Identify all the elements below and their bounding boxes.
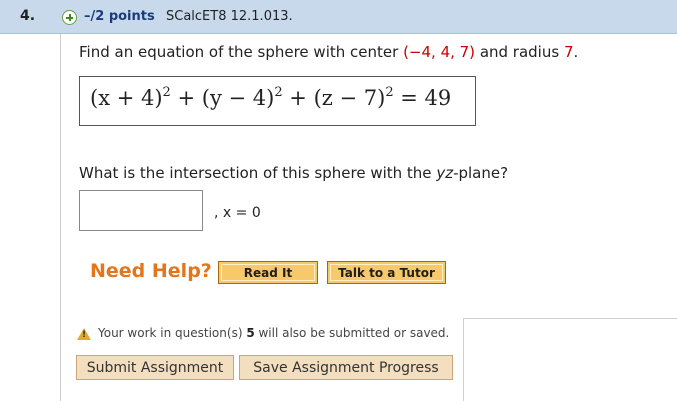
answer-term-2: + (y − 4) [170, 86, 275, 110]
answer-equation: (x + 4)2 + (y − 4)2 + (z − 7)2 = 49 [90, 86, 451, 110]
question-2-pre: What is the intersection of this sphere … [79, 164, 437, 182]
exponent-3: 2 [385, 85, 394, 100]
expand-plus-icon[interactable] [62, 10, 77, 25]
answer-term-3: + (z − 7) [282, 86, 386, 110]
left-divider [60, 34, 61, 401]
exponent-1: 2 [162, 85, 171, 100]
question-2-post: -plane? [453, 164, 509, 182]
intersection-answer-input[interactable] [79, 190, 203, 231]
answer-term-4: = 49 [393, 86, 452, 110]
question-text-pre: Find an equation of the sphere with cent… [79, 43, 404, 61]
read-it-label: Read It [221, 264, 315, 281]
plane-condition: , x = 0 [214, 205, 261, 221]
question-2-text: What is the intersection of this sphere … [79, 164, 508, 182]
talk-to-tutor-label: Talk to a Tutor [330, 264, 443, 281]
answer-box: (x + 4)2 + (y − 4)2 + (z − 7)2 = 49 [79, 76, 476, 126]
points-label: –/2 points [84, 9, 155, 24]
warning-pre: Your work in question(s) [98, 326, 247, 340]
sphere-center: (−4, 4, 7) [403, 43, 476, 61]
talk-to-tutor-button[interactable]: Talk to a Tutor [327, 261, 446, 284]
panel-right-border [463, 318, 464, 401]
question-number: 4. [20, 8, 36, 24]
submit-assignment-button[interactable]: Submit Assignment [76, 355, 234, 380]
warning-question-number: 5 [246, 326, 255, 340]
answer-term-1: (x + 4) [90, 86, 163, 110]
need-help-label: Need Help? [90, 260, 212, 282]
read-it-button[interactable]: Read It [218, 261, 318, 284]
question-id: SCalcET8 12.1.013. [166, 9, 293, 24]
warning-text: Your work in question(s) 5 will also be … [98, 326, 449, 340]
panel-top-border [463, 318, 677, 319]
exponent-2: 2 [274, 85, 283, 100]
warning-post: will also be submitted or saved. [254, 326, 450, 340]
question-text-end: . [573, 43, 579, 61]
question-text-mid: and radius [475, 43, 564, 61]
plane-name: yz [436, 164, 454, 182]
save-progress-button[interactable]: Save Assignment Progress [239, 355, 453, 380]
question-header: 4. –/2 points SCalcET8 12.1.013. [0, 0, 677, 34]
sphere-radius: 7 [563, 43, 574, 61]
question-text: Find an equation of the sphere with cent… [79, 43, 578, 61]
warning-icon: ! [77, 328, 91, 340]
